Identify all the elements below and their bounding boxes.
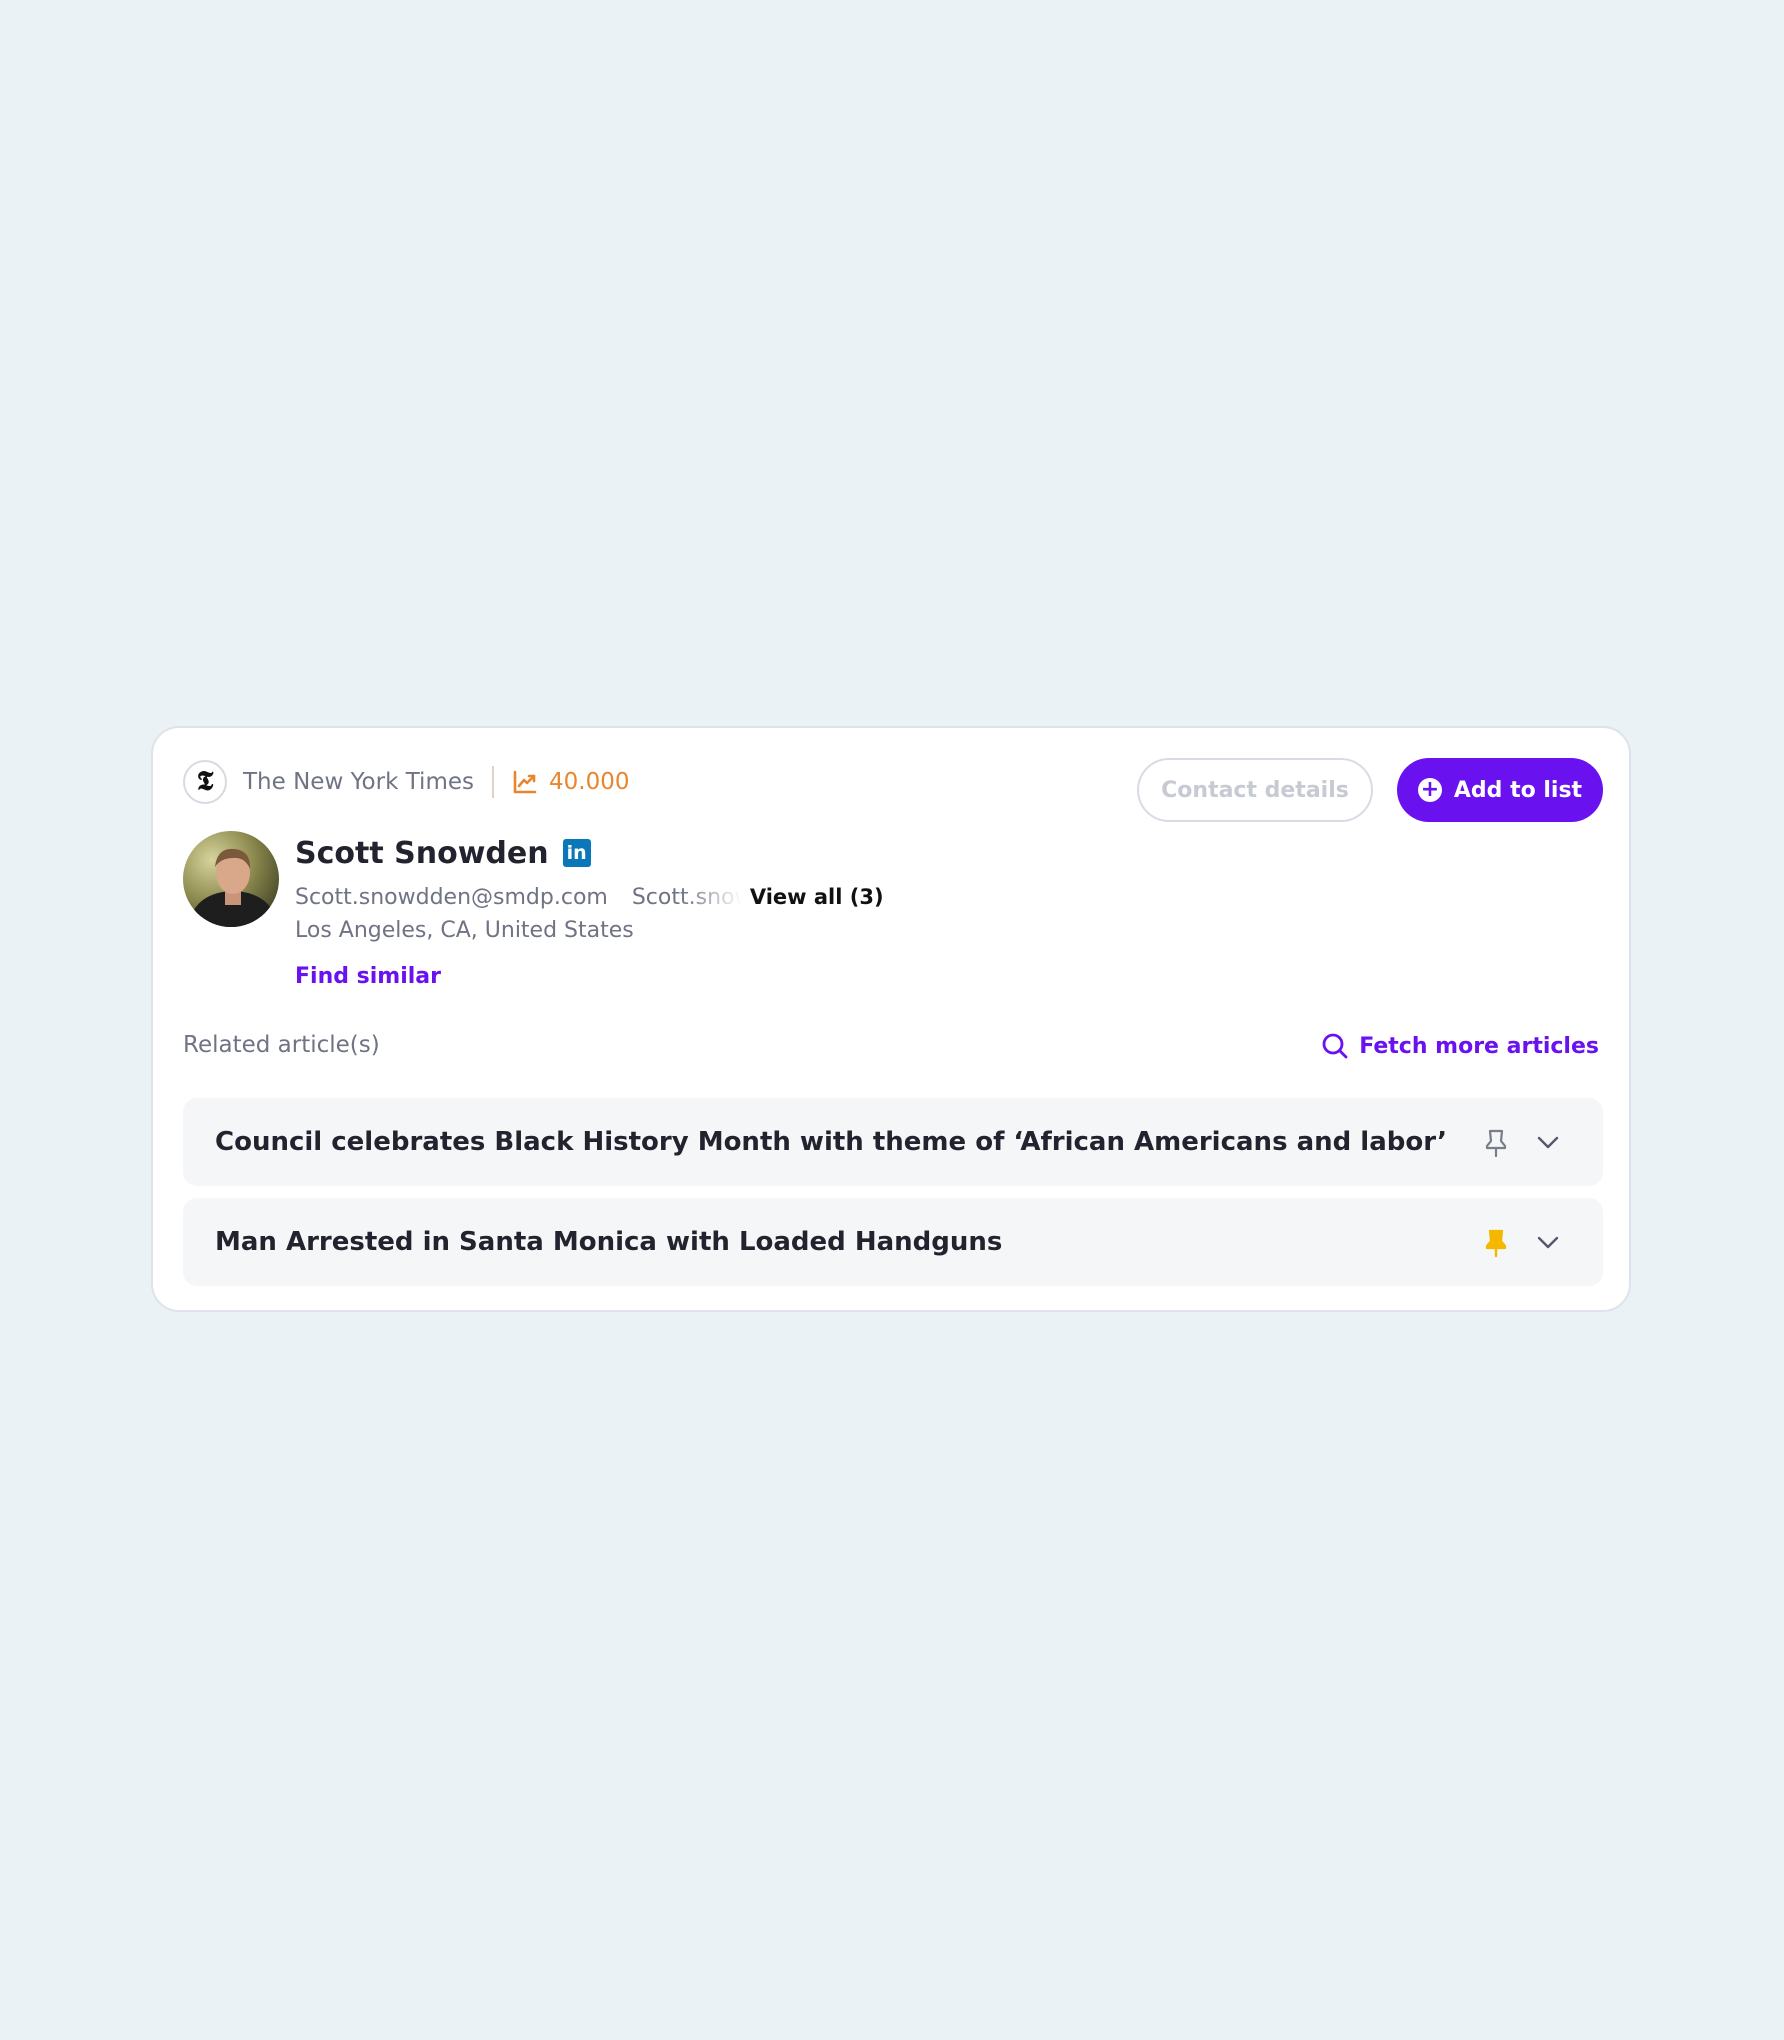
article-row[interactable]: Council celebrates Black History Month w… <box>183 1098 1603 1186</box>
reach-value: 40.000 <box>549 769 630 795</box>
pin-filled-icon[interactable] <box>1483 1228 1509 1258</box>
article-title[interactable]: Man Arrested in Santa Monica with Loaded… <box>215 1227 1002 1257</box>
search-icon <box>1322 1033 1348 1059</box>
avatar <box>183 831 279 927</box>
email-secondary[interactable]: Scott.snowdden@smdp.com <box>632 885 742 910</box>
find-similar-link[interactable]: Find similar <box>295 964 441 989</box>
outlet-name: The New York Times <box>243 769 474 795</box>
email-secondary-wrap: Scott.snowdden@smdp.com <box>632 885 742 910</box>
fetch-more-articles-button[interactable]: Fetch more articles <box>1321 1028 1599 1064</box>
divider <box>492 766 494 798</box>
add-to-list-label: Add to list <box>1453 777 1583 803</box>
trend-up-icon <box>513 770 537 794</box>
outlet-logo: 𝕿 <box>183 760 227 804</box>
article-title[interactable]: Council celebrates Black History Month w… <box>215 1127 1447 1157</box>
linkedin-icon[interactable]: in <box>562 839 591 867</box>
pin-outline-icon[interactable] <box>1483 1128 1509 1158</box>
add-to-list-button[interactable]: + Add to list <box>1397 758 1603 822</box>
contact-location: Los Angeles, CA, United States <box>295 918 634 943</box>
view-all-emails-link[interactable]: View all (3) <box>750 885 884 909</box>
related-articles-label: Related article(s) <box>183 1032 380 1058</box>
email-primary[interactable]: Scott.snowdden@smdp.com <box>295 885 608 910</box>
chevron-down-icon[interactable] <box>1536 1130 1560 1154</box>
contact-details-button[interactable]: Contact details <box>1137 758 1373 822</box>
article-row[interactable]: Man Arrested in Santa Monica with Loaded… <box>183 1198 1603 1286</box>
outlet-row: 𝕿 The New York Times 40.000 <box>183 758 629 806</box>
contact-name-row: Scott Snowden in <box>295 832 591 874</box>
chevron-down-icon[interactable] <box>1536 1230 1560 1254</box>
contact-card: 𝕿 The New York Times 40.000 Contact deta… <box>151 726 1631 1312</box>
fetch-more-label: Fetch more articles <box>1359 1033 1599 1059</box>
plus-circle-icon: + <box>1417 778 1442 802</box>
email-row: Scott.snowdden@smdp.com Scott.snowdden@s… <box>295 880 884 914</box>
contact-name: Scott Snowden <box>295 835 549 871</box>
